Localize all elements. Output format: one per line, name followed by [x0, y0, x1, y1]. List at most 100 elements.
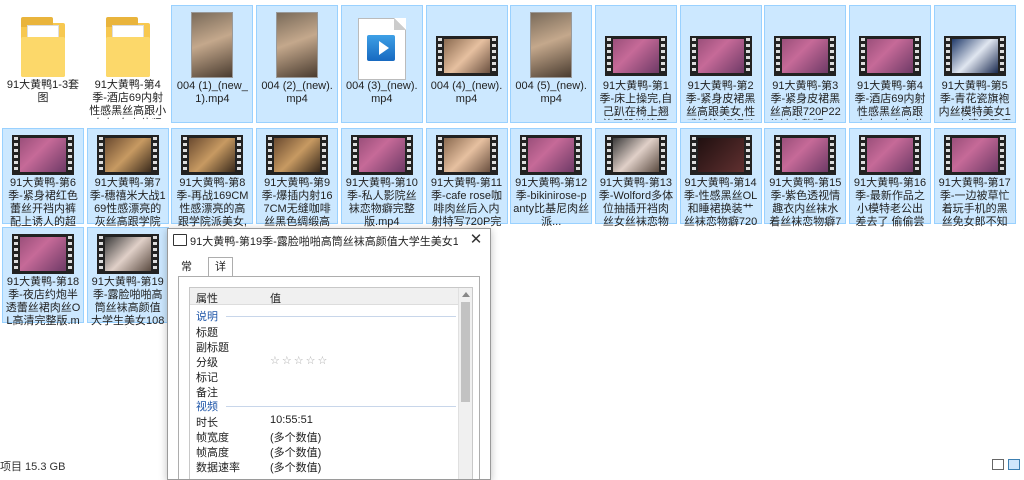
film-strip-thumbnail	[12, 135, 74, 175]
file-item[interactable]: 91大黄鸭-第8季-再战169CM性感漂亮的高跟学院派美女,换了三...	[171, 128, 254, 228]
large-icons-view-icon[interactable]	[1008, 459, 1020, 470]
file-name: 004 (1)_(new_1).mp4	[176, 80, 248, 105]
status-bar-text: 项目 15.3 GB	[0, 461, 66, 473]
file-item[interactable]: 91大黄鸭-第18季-夜店约炮半透蕾丝裙肉丝OL高清完整版.mp4	[2, 227, 84, 327]
file-item[interactable]: 91大黄鸭-第6季-紧身裙红色蕾丝开裆内裤配上诱人的超薄透明...	[2, 128, 84, 228]
section-divider	[226, 406, 456, 407]
file-item[interactable]: 91大黄鸭-第15季-紫色透视情趣衣内丝袜水着丝袜恋物癖720P...	[764, 128, 847, 228]
close-button[interactable]: ✕	[466, 230, 486, 250]
details-view-icon[interactable]	[992, 459, 1004, 470]
file-item[interactable]: 91大黄鸭-第2季-紧身皮裙黑丝高跟美女,性感妖艳,妩媚动人,实在...	[679, 5, 762, 123]
file-name: 91大黄鸭-第14季-性感黑丝OL和睡裙换装艹丝袜恋物癖720P完...	[683, 177, 758, 228]
film-strip-thumbnail	[689, 135, 752, 175]
file-item[interactable]: 004 (1)_(new_1).mp4	[171, 5, 254, 123]
file-name: 91大黄鸭-第15季-紫色透视情趣衣内丝袜水着丝袜恋物癖720P...	[769, 177, 842, 228]
file-name: 91大黄鸭-第5季-青花瓷旗袍内丝模特美女108P高清无码露脸.mp4	[937, 80, 1012, 120]
file-item[interactable]: 91大黄鸭-第12季-bikinirose-panty比基尼肉丝派...	[510, 128, 593, 228]
file-name: 91大黄鸭-第18季-夜店约炮半透蕾丝裙肉丝OL高清完整版.mp4	[5, 276, 81, 327]
file-name: 91大黄鸭-第13季-Wolford多体位抽插开裆肉丝女丝袜恋物癖7...	[598, 177, 674, 228]
file-name: 91大黄鸭-第10季-私人影院丝袜恋物癖完整版.mp4	[345, 177, 418, 228]
file-item[interactable]: 91大黄鸭-第17季-一边被草忙着玩手机的黑丝免女郎不知为何...	[933, 128, 1016, 228]
file-name: 91大黄鸭-第7季-穗禧米大战169性感漂亮的灰丝高跟学院派美...	[89, 177, 166, 228]
file-item[interactable]: 91大黄鸭-第1季-床上操完,自己趴在椅上翘着屁股继续要,呻吟声...	[594, 5, 677, 123]
file-item[interactable]: 004 (3)_(new).mp4	[340, 5, 423, 123]
film-strip-thumbnail	[96, 234, 159, 274]
section-header: 视频	[196, 398, 456, 413]
property-row[interactable]: 标题	[190, 323, 458, 339]
file-name: 91大黄鸭1-3套图	[6, 79, 80, 104]
properties-dialog: 91大黄鸭-第19季-露脸啪啪高筒丝袜高颜值大学生美女108P高清无... ✕ …	[167, 228, 491, 480]
dialog-title: 91大黄鸭-第19季-露脸啪啪高筒丝袜高颜值大学生美女108P高清无...	[190, 236, 458, 248]
file-name: 91大黄鸭-第9季-爆插内射167CM无缝咖啡丝黑色绸缎高跟鞋美...	[261, 177, 333, 228]
file-item[interactable]: 91大黄鸭-第9季-爆插内射167CM无缝咖啡丝黑色绸缎高跟鞋美...	[256, 128, 339, 228]
video-thumbnail	[191, 12, 234, 78]
file-name: 91大黄鸭-第12季-bikinirose-panty比基尼肉丝派...	[513, 177, 590, 228]
film-strip-thumbnail	[96, 135, 159, 175]
film-strip-thumbnail	[943, 36, 1006, 76]
property-list: 属性 值 说明 标题 副标题 分级 ☆☆☆☆☆ 标记 备注视频 时长 10:55:51 帧宽度 (多…	[189, 287, 473, 479]
rating-stars[interactable]: ☆☆☆☆☆	[270, 354, 329, 367]
video-file-icon	[357, 18, 406, 80]
header-value[interactable]: 值	[270, 290, 281, 306]
tab-general[interactable]: 常规	[174, 257, 199, 292]
property-row[interactable]: 副标题	[190, 338, 458, 354]
property-row[interactable]: 数据速率 (多个数值)	[190, 458, 458, 474]
property-row[interactable]: 分级 ☆☆☆☆☆	[190, 353, 458, 369]
property-row[interactable]: 帧宽度 (多个数值)	[190, 428, 458, 444]
video-thumbnail	[276, 12, 319, 78]
file-item[interactable]: 91大黄鸭-第13季-Wolford多体位抽插开裆肉丝女丝袜恋物癖7...	[594, 128, 677, 228]
file-name: 91大黄鸭-第4季-酒店69内射性感黑丝高跟小女友,女上位紧得美...	[854, 80, 926, 120]
file-name: 91大黄鸭-第11季-cafe rose咖啡肉丝后入内射特写720P完整...	[430, 177, 503, 228]
property-row[interactable]: 时长 10:55:51	[190, 413, 458, 429]
section-header: 说明	[196, 308, 456, 323]
file-item[interactable]: 91大黄鸭-第7季-穗禧米大战169性感漂亮的灰丝高跟学院派美...	[86, 128, 169, 228]
file-name: 004 (3)_(new).mp4	[346, 80, 418, 105]
section-title: 视频	[196, 401, 218, 413]
file-item[interactable]: 91大黄鸭-第4季-酒店69内射性感黑丝高跟小女友,女上位紧得美...	[849, 5, 931, 123]
scroll-thumb[interactable]	[461, 302, 470, 402]
property-row[interactable]: 标记	[190, 368, 458, 384]
film-strip-thumbnail	[266, 135, 329, 175]
file-item[interactable]: 91大黄鸭1-3套图	[2, 5, 84, 123]
property-scrollbar[interactable]	[458, 288, 472, 479]
film-strip-thumbnail	[435, 135, 498, 175]
file-name: 91大黄鸭-第3季-紧身皮裙黑丝高跟720P22分钟完整版.mp4	[769, 80, 842, 120]
file-name: 91大黄鸭-第19季-露脸啪啪高筒丝袜高颜值大学生美女108P高...	[91, 276, 165, 327]
film-strip-thumbnail	[774, 135, 837, 175]
file-properties-icon	[173, 234, 187, 246]
file-name: 91大黄鸭-第17季-一边被草忙着玩手机的黑丝免女郎不知为何...	[938, 177, 1011, 228]
file-name: 91大黄鸭-第6季-紧身裙红色蕾丝开裆内裤配上诱人的超薄透明...	[8, 177, 78, 228]
film-strip-thumbnail	[859, 36, 921, 76]
dialog-titlebar[interactable]: 91大黄鸭-第19季-露脸啪啪高筒丝袜高颜值大学生美女108P高清无... ✕	[168, 229, 490, 251]
file-item[interactable]: 91大黄鸭-第19季-露脸啪啪高筒丝袜高颜值大学生美女108P高...	[86, 227, 169, 327]
file-name: 91大黄鸭-第8季-再战169CM性感漂亮的高跟学院派美女,换了三...	[176, 177, 249, 228]
film-strip-thumbnail	[604, 135, 667, 175]
file-name: 91大黄鸭-第16季-最新作品之小模特老公出差去了 偷偷尝腥 7...	[853, 177, 927, 228]
file-item[interactable]: 004 (2)_(new).mp4	[256, 5, 339, 123]
file-name: 004 (2)_(new).mp4	[261, 80, 333, 105]
file-item[interactable]: 004 (5)_(new).mp4	[510, 5, 593, 123]
header-property[interactable]: 属性	[196, 290, 218, 306]
property-row[interactable]: 帧高度 (多个数值)	[190, 443, 458, 459]
file-item[interactable]: 91大黄鸭-第3季-紧身皮裙黑丝高跟720P22分钟完整版.mp4	[764, 5, 847, 123]
file-item[interactable]: 91大黄鸭-第10季-私人影院丝袜恋物癖完整版.mp4	[340, 128, 423, 228]
file-name: 91大黄鸭-第4季-酒店69内射性感黑丝高跟小女友,女上位紧得美...	[89, 79, 167, 119]
file-name: 004 (4)_(new).mp4	[430, 80, 503, 105]
file-item[interactable]: 91大黄鸭-第4季-酒店69内射性感黑丝高跟小女友,女上位紧得美...	[87, 5, 169, 123]
tab-details[interactable]: 详细信息	[208, 257, 233, 330]
file-item[interactable]: 91大黄鸭-第16季-最新作品之小模特老公出差去了 偷偷尝腥 7...	[849, 128, 931, 228]
file-item[interactable]: 91大黄鸭-第5季-青花瓷旗袍内丝模特美女108P高清无码露脸.mp4	[933, 5, 1016, 123]
film-strip-thumbnail	[350, 135, 413, 175]
property-value: (多个数值)	[270, 462, 322, 474]
file-name: 91大黄鸭-第2季-紧身皮裙黑丝高跟美女,性感妖艳,妩媚动人,实在...	[685, 80, 756, 120]
file-item[interactable]: 91大黄鸭-第11季-cafe rose咖啡肉丝后入内射特写720P完整...	[425, 128, 508, 228]
property-row[interactable]: 备注	[190, 383, 458, 399]
video-thumbnail	[530, 12, 573, 78]
folder-icon	[21, 17, 65, 77]
property-list-header: 属性 值	[190, 288, 458, 305]
film-strip-thumbnail	[604, 36, 667, 76]
file-item[interactable]: 004 (4)_(new).mp4	[425, 5, 508, 123]
scroll-up-icon[interactable]	[462, 292, 470, 297]
film-strip-thumbnail	[181, 135, 244, 175]
file-item[interactable]: 91大黄鸭-第14季-性感黑丝OL和睡裙换装艹丝袜恋物癖720P完...	[679, 128, 762, 228]
